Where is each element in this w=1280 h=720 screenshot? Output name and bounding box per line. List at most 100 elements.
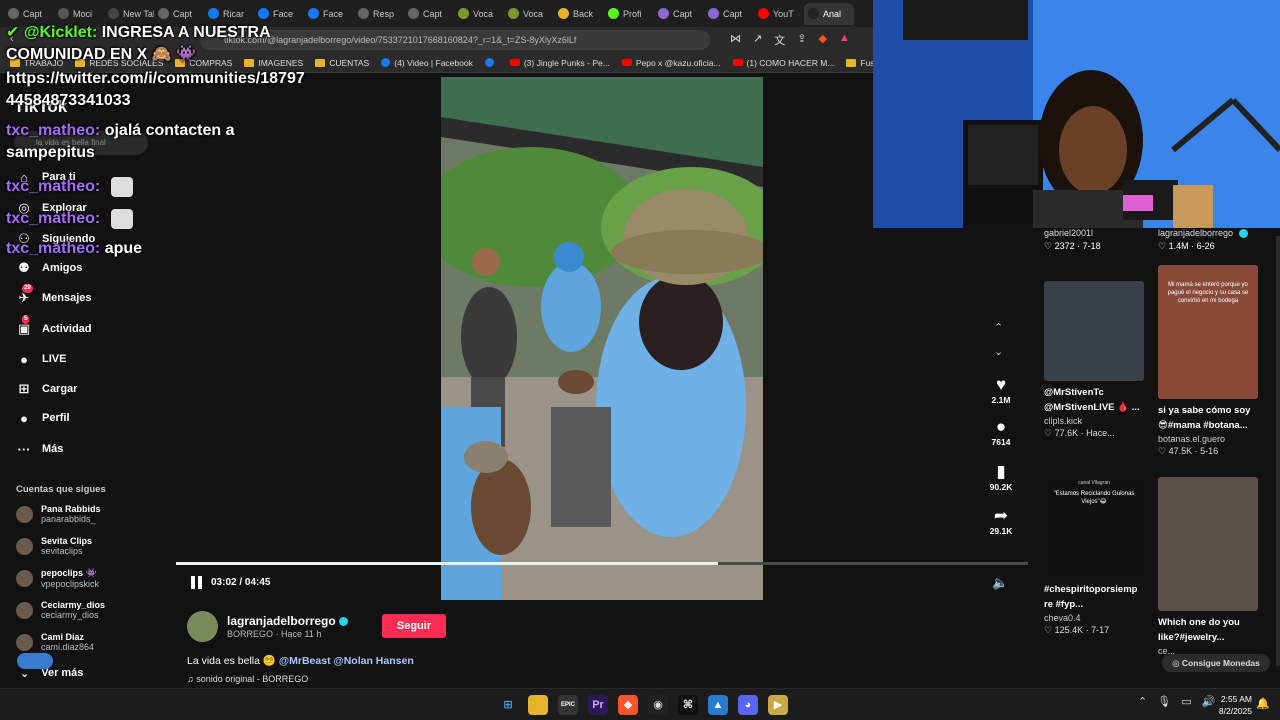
bookmark-item[interactable]: (3) Jingle Punks - Pe... — [509, 58, 610, 68]
related-video-card[interactable]: Mi mamá se enteró porque yo pagué el neg… — [1158, 265, 1266, 457]
bookmark-item[interactable]: CUENTAS — [315, 58, 369, 68]
bookmark-item[interactable]: Pepo x @kazu.oficia... — [621, 57, 721, 68]
account-handle: cami.diaz864 — [41, 642, 95, 652]
share-action[interactable]: ➦ 29.1K — [986, 506, 1016, 536]
followed-account[interactable]: Pana Rabbids panarabbids_ — [16, 504, 101, 524]
tab-favicon-icon — [408, 8, 419, 19]
microphone-icon[interactable]: 🎙 — [1157, 695, 1171, 708]
browser-tab[interactable]: Face — [304, 3, 354, 25]
brave-rewards-icon[interactable]: ▲ — [839, 32, 850, 48]
video-thumbnail[interactable] — [1158, 477, 1258, 611]
sidebar-item-label: Perfil — [42, 412, 70, 424]
url-bar[interactable]: tiktok.com/@lagranjadelborrego/video/753… — [200, 30, 710, 50]
capcut-icon[interactable]: ⌘ — [678, 695, 698, 715]
verified-check-icon: ✔ — [6, 24, 24, 41]
cast-icon[interactable]: ⋈ — [730, 32, 741, 48]
premiere-icon[interactable]: Pr — [588, 695, 608, 715]
video-title: @MrStivenTc @MrStivenLIVE 🩸 ... — [1044, 385, 1152, 415]
file-explorer-icon[interactable]: ▬ — [528, 695, 548, 715]
author-name[interactable]: lagranjadelborrego — [227, 614, 348, 628]
brave-shield-icon[interactable]: ◆ — [818, 32, 826, 48]
share-page-icon[interactable]: ⇪ — [797, 32, 806, 48]
related-top-left[interactable]: gabriel2001l ♡ 2372 · 7-18 — [1044, 228, 1101, 252]
scrollbar[interactable] — [1276, 236, 1280, 666]
sidebar-item-actividad[interactable]: ▣ 5 Actividad — [16, 315, 92, 337]
taskbar-clock[interactable]: 2:55 AM 8/2/2025 — [1216, 693, 1252, 717]
chat-colon: : — [94, 210, 105, 227]
related-top-right[interactable]: lagranjadelborrego ♡ 1.4M · 6-26 — [1158, 228, 1248, 252]
related-user: lagranjadelborrego — [1158, 228, 1248, 239]
browser-tab[interactable]: Back — [554, 3, 604, 25]
video-progress-fill — [176, 562, 718, 565]
bookmark-item[interactable]: (1) COMO HACER M... — [732, 58, 834, 68]
related-video-card[interactable]: canal Vilagran "Estamos Reciclando Gulona… — [1044, 478, 1152, 636]
video-thumbnail[interactable] — [1044, 281, 1144, 381]
caption-mentions[interactable]: @MrBeast @Nolan Hansen — [279, 655, 414, 667]
notification-bell-icon[interactable]: 🔔 — [1256, 697, 1270, 710]
bookmark-item[interactable] — [484, 58, 498, 67]
chevron-down-icon[interactable]: ⌄ — [994, 345, 1003, 358]
pause-icon[interactable] — [191, 576, 203, 589]
translate-icon[interactable]: 文 — [774, 32, 785, 48]
chat-message: txc_matheo: — [6, 208, 133, 230]
video-thumbnail[interactable]: canal Vilagran "Estamos Reciclando Gulona… — [1044, 478, 1144, 578]
get-coins-button[interactable]: ◎ Consigue Monedas — [1162, 654, 1270, 672]
followed-account[interactable]: pepoclips 👾 vpepoclipskick — [16, 568, 99, 589]
obs-icon[interactable]: ◉ — [648, 695, 668, 715]
bookmark-item[interactable]: (4) Video | Facebook — [381, 58, 473, 68]
friends-icon: ⚉ — [18, 260, 30, 275]
browser-tab[interactable]: YouT — [754, 3, 804, 25]
action-count: 7614 — [991, 437, 1011, 447]
bookmark-item[interactable]: Fusion Chat - Kic — [846, 58, 873, 68]
video-thumbnail[interactable]: Mi mamá se enteró porque yo pagué el neg… — [1158, 265, 1258, 399]
heart-action[interactable]: ♥ 2.1M — [986, 375, 1016, 405]
tab-favicon-icon — [58, 8, 69, 19]
video-frame[interactable] — [441, 77, 763, 600]
bookmark-label: Pepo x @kazu.oficia... — [635, 57, 721, 68]
music-label[interactable]: ♫ sonido original - BORREGO — [187, 674, 308, 684]
network-icon[interactable]: ▭ — [1181, 695, 1191, 708]
sidebar-item-cargar[interactable]: ⊞ Cargar — [16, 381, 78, 397]
browser-tab[interactable]: Capt — [404, 3, 454, 25]
bookmark-item[interactable]: IMAGENES — [244, 58, 303, 68]
followed-account[interactable]: Ceciarmy_dios ceciarmy_dios — [16, 600, 105, 620]
speaker-icon[interactable]: 🔊 — [1202, 695, 1216, 708]
video-progress-bar[interactable] — [176, 562, 1028, 565]
comment-action[interactable]: ● 7614 — [986, 417, 1016, 447]
facebook-icon — [381, 58, 391, 67]
related-video-card[interactable]: Which one do you like?#jewelry... ce... — [1158, 477, 1266, 658]
brave-icon[interactable]: ◆ — [618, 695, 638, 715]
tab-label: Back — [573, 8, 594, 19]
media-icon[interactable]: ▶ — [768, 695, 788, 715]
chevron-up-icon[interactable]: ⌃ — [994, 321, 1003, 334]
sidebar-item-live[interactable]: ● LIVE — [16, 351, 66, 367]
browser-tab[interactable]: Voca — [504, 3, 554, 25]
app-icon[interactable]: ▲ — [708, 695, 728, 715]
browser-tab[interactable]: Capt — [654, 3, 704, 25]
related-user-text: lagranjadelborrego — [1158, 228, 1234, 238]
discord-icon[interactable]: ◕ — [738, 695, 758, 715]
tab-favicon-icon — [658, 8, 669, 19]
author-avatar[interactable] — [187, 611, 218, 642]
browser-tab[interactable]: Profi — [604, 3, 654, 25]
bookmark-action[interactable]: ▮ 90.2K — [986, 462, 1016, 492]
windows-start-icon[interactable]: ⊞ — [498, 695, 518, 715]
open-in-icon[interactable]: ↗ — [753, 32, 762, 48]
chat-username: txc_matheo — [6, 122, 95, 139]
follow-button[interactable]: Seguir — [382, 614, 446, 638]
browser-tab[interactable]: Resp — [354, 3, 404, 25]
action-count: 29.1K — [989, 526, 1013, 536]
followed-account[interactable]: Sevita Clips sevitaclips — [16, 536, 92, 556]
followed-account[interactable]: Cami Diaz cami.diaz864 — [16, 632, 94, 652]
browser-tab[interactable]: Anal — [804, 2, 854, 25]
volume-icon[interactable]: 🔈 — [992, 575, 1008, 591]
browser-tab[interactable]: Capt — [704, 3, 754, 25]
sidebar-item-ms[interactable]: ··· Más — [16, 441, 64, 457]
epic-games-icon[interactable]: EPIC — [558, 695, 578, 715]
sidebar-item-mensajes[interactable]: ✈ 29 Mensajes — [16, 284, 92, 306]
sidebar-item-amigos[interactable]: ⚉ Amigos — [16, 260, 82, 276]
chevron-up-icon[interactable]: ⌃ — [1138, 695, 1147, 708]
browser-tab[interactable]: Voca — [454, 3, 504, 25]
related-video-card[interactable]: @MrStivenTc @MrStivenLIVE 🩸 ... clipls.kic… — [1044, 281, 1152, 439]
sidebar-item-perfil[interactable]: ● Perfil — [16, 410, 70, 426]
